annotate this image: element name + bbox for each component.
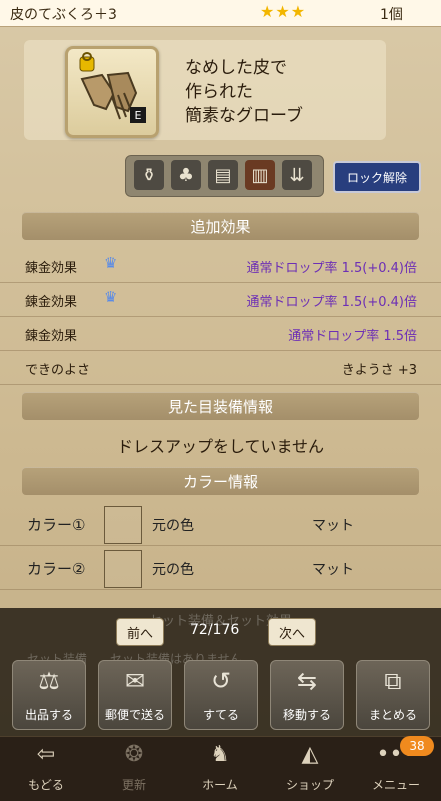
bonus-value: 通常ドロップ率 1.5(+0.4)倍 xyxy=(246,261,417,276)
top-bar: 皮のてぶくろ＋3 ★★★ 1個 xyxy=(0,0,441,27)
next-button[interactable]: 次へ xyxy=(268,618,317,646)
nav-back-label: もどる xyxy=(28,778,64,792)
crown-icon: ♛ xyxy=(104,288,118,306)
stack-label: まとめる xyxy=(368,708,417,722)
section-header-appearance: 見た目装備情報 xyxy=(22,392,419,420)
nav-refresh-label: 更新 xyxy=(121,778,146,792)
storage-icon[interactable]: ▤ xyxy=(208,160,238,190)
color-row: カラー① 元の色 マット xyxy=(0,503,441,546)
nav-shop-label: ショップ xyxy=(285,778,334,792)
appearance-status: ドレスアップをしていません xyxy=(116,437,325,456)
color-label: カラー② xyxy=(27,560,86,578)
refresh-icon: ❂ xyxy=(124,742,144,767)
bonus-label: 錬金効果 xyxy=(25,295,78,310)
move-icon: ⇆ xyxy=(296,667,318,695)
bonus-value: 通常ドロップ率 1.5倍 xyxy=(288,329,417,344)
nav-menu-label: メニュー xyxy=(371,778,420,792)
discard-label: すてる xyxy=(202,708,240,722)
stack-button[interactable]: ⧉ まとめる xyxy=(356,660,430,730)
nav-back[interactable]: ⇦ もどる xyxy=(6,736,86,800)
bonus-label: 錬金効果 xyxy=(25,261,78,276)
discard-button[interactable]: ↺ すてる xyxy=(184,660,258,730)
mail-label: 郵便で送る xyxy=(104,708,165,722)
slime-icon: ◭ xyxy=(301,742,319,767)
nav-home[interactable]: ♞ ホーム xyxy=(180,736,260,800)
equipped-mark: E xyxy=(130,107,146,123)
quality-label: できのよさ xyxy=(25,363,91,378)
sell-label: 出品する xyxy=(24,708,73,722)
item-name: 皮のてぶくろ＋3 xyxy=(10,7,117,23)
mail-button[interactable]: ✉ 郵便で送る xyxy=(98,660,172,730)
section-header-bonus: 追加効果 xyxy=(22,212,419,240)
section-header-color: カラー情報 xyxy=(22,467,419,495)
unlock-button[interactable]: ロック解除 xyxy=(333,161,421,193)
move-label: 移動する xyxy=(282,708,331,722)
bag-icon[interactable]: ⚱ xyxy=(134,160,164,190)
bonus-row: 錬金効果 ♛ 通常ドロップ率 1.5(+0.4)倍 xyxy=(0,248,441,283)
color-swatch[interactable] xyxy=(104,550,142,588)
color-finish: マット xyxy=(312,562,354,578)
item-quantity: 1個 xyxy=(380,7,403,23)
description-line: 簡素なグローブ xyxy=(185,106,303,126)
crown-icon: ♛ xyxy=(104,254,118,272)
color-original: 元の色 xyxy=(152,562,194,578)
page-indicator: 72/176 xyxy=(190,622,240,638)
prev-button[interactable]: 前へ xyxy=(116,618,165,646)
mail-icon: ✉ xyxy=(124,667,146,695)
color-finish: マット xyxy=(312,518,354,534)
nav-shop[interactable]: ◭ ショップ xyxy=(270,736,350,800)
item-description: なめした皮で 作られた 簡素なグローブ xyxy=(185,56,303,128)
description-line: なめした皮で xyxy=(185,58,287,78)
bonus-row: 錬金効果 ♛ 通常ドロップ率 1.5(+0.4)倍 xyxy=(0,282,441,317)
nav-home-label: ホーム xyxy=(202,778,238,792)
home-dragon-icon: ♞ xyxy=(210,742,230,767)
item-icon-frame: E xyxy=(65,46,159,138)
rarity-stars: ★★★ xyxy=(260,2,307,21)
move-button[interactable]: ⇆ 移動する xyxy=(270,660,344,730)
discard-icon: ↺ xyxy=(210,667,232,695)
scale-icon: ⚖ xyxy=(38,667,60,695)
nav-refresh[interactable]: ❂ 更新 xyxy=(94,736,174,800)
color-label: カラー① xyxy=(27,516,86,534)
description-line: 作られた xyxy=(185,82,253,102)
sort-icon[interactable]: ⇊ xyxy=(282,160,312,190)
stack-icon: ⧉ xyxy=(384,667,402,695)
sell-button[interactable]: ⚖ 出品する xyxy=(12,660,86,730)
quality-row: できのよさ きようさ +3 xyxy=(0,350,441,385)
book-icon[interactable]: ▥ xyxy=(245,160,275,190)
bonus-row: 錬金効果 通常ドロップ率 1.5倍 xyxy=(0,316,441,351)
back-arrow-icon: ⇦ xyxy=(36,742,56,767)
clover-icon[interactable]: ♣ xyxy=(171,160,201,190)
bonus-value: 通常ドロップ率 1.5(+0.4)倍 xyxy=(246,295,417,310)
notification-badge: 38 xyxy=(400,736,434,756)
quality-value: きようさ +3 xyxy=(341,363,417,378)
color-swatch[interactable] xyxy=(104,506,142,544)
color-row: カラー② 元の色 マット xyxy=(0,547,441,590)
bonus-label: 錬金効果 xyxy=(25,329,78,344)
color-original: 元の色 xyxy=(152,518,194,534)
